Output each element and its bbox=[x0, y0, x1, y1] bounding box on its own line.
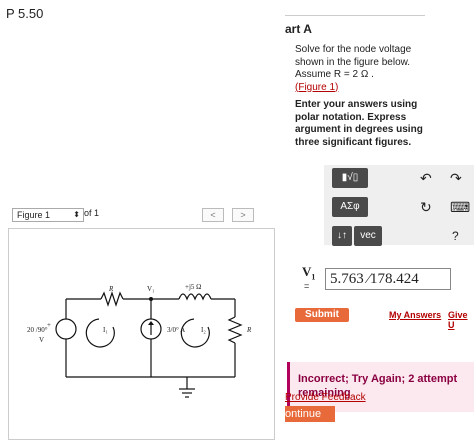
v1-label: V₁ bbox=[147, 285, 155, 293]
answer-variable: V1 bbox=[302, 264, 315, 282]
r-top-label: R bbox=[109, 285, 114, 293]
continue-button[interactable]: ontinue bbox=[285, 406, 335, 422]
submit-button[interactable]: Submit bbox=[295, 308, 349, 322]
figure-selector-value: Figure 1 bbox=[17, 210, 51, 220]
sort-icon[interactable]: ↓↑ bbox=[332, 226, 352, 246]
answer-variable-name: V bbox=[302, 264, 312, 279]
figure-panel: + 20 /90° V R V₁ +j5 Ω R I₁ 3/0° A I₂ bbox=[8, 228, 275, 440]
instructions-line: Assume R = 2 Ω . bbox=[295, 69, 374, 80]
vector-button[interactable]: vec bbox=[354, 226, 382, 246]
instructions: Solve for the node voltage shown in the … bbox=[295, 44, 465, 94]
answer-input[interactable]: 5.763 ∕178.424 bbox=[325, 268, 451, 290]
instructions-line: Solve for the node voltage bbox=[295, 44, 412, 55]
instructions-line: argument in degrees using bbox=[295, 124, 423, 135]
figure-link[interactable]: (Figure 1) bbox=[295, 82, 465, 95]
provide-feedback-link[interactable]: Provide Feedback bbox=[285, 392, 366, 403]
part-divider bbox=[285, 15, 425, 16]
reset-icon[interactable]: ↻ bbox=[420, 199, 432, 216]
instructions-line: shown in the figure below. bbox=[295, 56, 411, 68]
feedback-line: Incorrect; Try Again; 2 attempt bbox=[298, 373, 458, 385]
greek-symbols-button[interactable]: AΣφ bbox=[332, 197, 368, 217]
my-answers-link[interactable]: My Answers bbox=[389, 310, 441, 320]
problem-title: P 5.50 bbox=[6, 6, 44, 21]
circuit-diagram bbox=[55, 291, 243, 398]
give-up-link[interactable]: Give U bbox=[448, 310, 474, 330]
keyboard-icon[interactable]: ⌨ bbox=[450, 199, 470, 216]
inductor-label: +j5 Ω bbox=[185, 283, 202, 291]
mesh2-label: I₂ bbox=[201, 326, 206, 334]
answer-equals: = bbox=[304, 281, 310, 291]
part-label: art A bbox=[285, 22, 312, 36]
redo-icon[interactable]: ↷ bbox=[450, 170, 462, 187]
current-source-label: 3/0° A bbox=[167, 326, 186, 334]
next-figure-button[interactable]: > bbox=[232, 208, 254, 222]
answer-variable-sub: 1 bbox=[311, 272, 316, 282]
prev-figure-button[interactable]: < bbox=[202, 208, 224, 222]
templates-button[interactable]: ▮√▯ bbox=[332, 168, 368, 188]
source-unit: V bbox=[39, 336, 45, 344]
r-right-label: R bbox=[247, 326, 252, 334]
figure-count: of 1 bbox=[84, 208, 100, 218]
answer-instructions: Enter your answers using polar notation.… bbox=[295, 99, 465, 149]
undo-icon[interactable]: ↶ bbox=[420, 170, 432, 187]
instructions-line: Enter your answers using bbox=[295, 99, 418, 110]
instructions-line: polar notation. Express bbox=[295, 111, 407, 123]
figure-pane: P 5.50 Figure 1 ⬍ of 1 < > + 20 /90° V R… bbox=[0, 0, 279, 440]
figure-selector[interactable]: Figure 1 ⬍ bbox=[12, 208, 84, 222]
mesh1-label: I₁ bbox=[103, 326, 108, 334]
source-label: 20 /90° bbox=[27, 326, 48, 334]
help-icon[interactable]: ? bbox=[452, 229, 459, 243]
chevron-updown-icon: ⬍ bbox=[73, 210, 80, 219]
instructions-line: three significant figures. bbox=[295, 136, 412, 148]
feedback-box: Incorrect; Try Again; 2 attempt remainin… bbox=[287, 362, 474, 412]
